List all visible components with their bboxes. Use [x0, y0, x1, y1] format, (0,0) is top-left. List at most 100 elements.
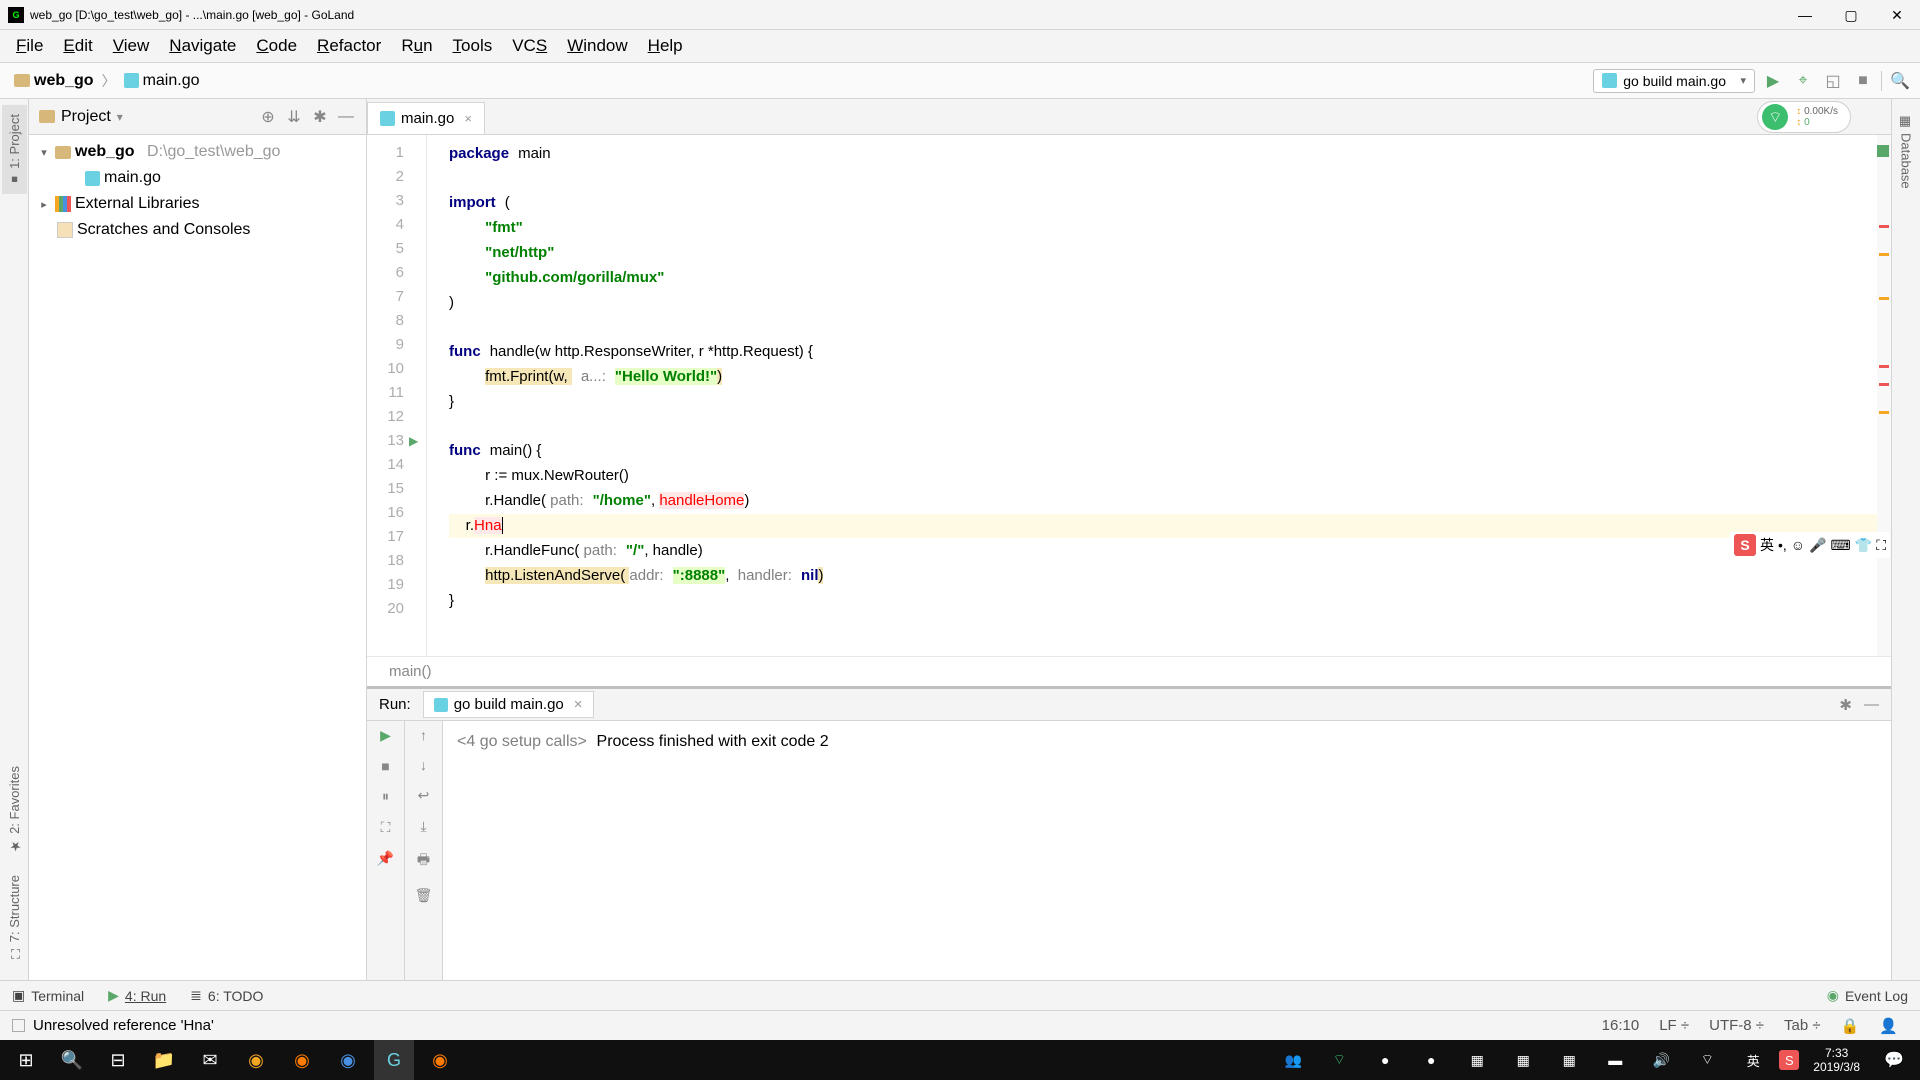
- chevron-down-icon[interactable]: ▾: [37, 146, 51, 159]
- edge-icon[interactable]: ◉: [328, 1040, 368, 1080]
- network-badge[interactable]: ⌔ 0.00K/s 0: [1757, 101, 1851, 133]
- status-line-ending[interactable]: LF ÷: [1649, 1017, 1699, 1034]
- action-center-icon[interactable]: 💬: [1874, 1040, 1914, 1080]
- tool-tab-favorites[interactable]: ★ 2: Favorites: [2, 757, 27, 862]
- tray-people-icon[interactable]: 👥: [1273, 1040, 1313, 1080]
- layout-button[interactable]: ⛶: [381, 819, 391, 836]
- up-button[interactable]: ↑: [420, 727, 427, 743]
- tray-wifi-icon[interactable]: ⌔: [1319, 1040, 1359, 1080]
- ime-punct-icon[interactable]: •,: [1778, 537, 1787, 553]
- tree-external-libraries[interactable]: ▸ External Libraries: [29, 191, 366, 217]
- tool-tab-eventlog[interactable]: ◉ Event Log: [1827, 987, 1908, 1004]
- search-button[interactable]: 🔍: [52, 1040, 92, 1080]
- close-button[interactable]: ✕: [1874, 0, 1920, 30]
- status-icon[interactable]: [12, 1019, 25, 1032]
- wrap-button[interactable]: ↩: [418, 787, 430, 804]
- breadcrumb-file[interactable]: main.go: [118, 69, 206, 93]
- start-button[interactable]: ⊞: [6, 1040, 46, 1080]
- ime-mic-icon[interactable]: 🎤: [1809, 537, 1826, 554]
- menu-file[interactable]: File: [6, 32, 53, 60]
- error-stripe[interactable]: [1877, 135, 1891, 656]
- pause-button[interactable]: ⏸: [382, 788, 389, 805]
- tray-icon[interactable]: ▦: [1457, 1040, 1497, 1080]
- tree-scratches[interactable]: Scratches and Consoles: [29, 217, 366, 243]
- settings-icon[interactable]: ✱: [310, 107, 330, 127]
- project-panel-title[interactable]: Project: [61, 108, 111, 126]
- status-indent[interactable]: Tab ÷: [1774, 1017, 1831, 1034]
- code-editor[interactable]: 12345678910111213▶14151617181920 package…: [367, 135, 1891, 656]
- tool-tab-todo[interactable]: ≣ 6: TODO: [190, 987, 263, 1004]
- menu-view[interactable]: View: [103, 32, 160, 60]
- menu-refactor[interactable]: Refactor: [307, 32, 391, 60]
- tray-sogou-icon[interactable]: S: [1779, 1050, 1799, 1070]
- tool-tab-structure[interactable]: ⛶ 7: Structure: [2, 866, 27, 968]
- ime-tools-icon[interactable]: ⛶: [1876, 537, 1886, 554]
- pin-button[interactable]: 📌: [377, 850, 394, 867]
- console-output[interactable]: <4 go setup calls> Process finished with…: [443, 721, 1891, 980]
- rerun-button[interactable]: ▶: [380, 727, 391, 744]
- firefox-icon[interactable]: ◉: [282, 1040, 322, 1080]
- hide-icon[interactable]: —: [1864, 696, 1879, 713]
- tree-root[interactable]: ▾ web_go D:\go_test\web_go: [29, 139, 366, 165]
- maximize-button[interactable]: ▢: [1828, 0, 1874, 30]
- menu-window[interactable]: Window: [557, 32, 637, 60]
- breadcrumb-project[interactable]: web_go: [8, 69, 100, 93]
- debug-button[interactable]: ⌖: [1791, 69, 1815, 93]
- menu-tools[interactable]: Tools: [443, 32, 503, 60]
- chrome-icon[interactable]: ◉: [236, 1040, 276, 1080]
- ime-logo-icon[interactable]: S: [1734, 534, 1756, 556]
- menu-help[interactable]: Help: [638, 32, 693, 60]
- status-position[interactable]: 16:10: [1592, 1017, 1650, 1034]
- taskview-button[interactable]: ⊟: [98, 1040, 138, 1080]
- ime-emoji-icon[interactable]: ☺: [1791, 537, 1805, 553]
- app-icon[interactable]: ◉: [420, 1040, 460, 1080]
- tray-volume-icon[interactable]: 🔊: [1641, 1040, 1681, 1080]
- menu-code[interactable]: Code: [246, 32, 307, 60]
- tool-tab-terminal[interactable]: ▣ Terminal: [12, 987, 84, 1004]
- locate-icon[interactable]: ⊕: [258, 107, 278, 127]
- minimize-button[interactable]: —: [1782, 0, 1828, 30]
- tray-icon[interactable]: ▦: [1549, 1040, 1589, 1080]
- tray-icon[interactable]: ●: [1365, 1040, 1405, 1080]
- goland-icon[interactable]: G: [374, 1040, 414, 1080]
- menu-edit[interactable]: Edit: [53, 32, 102, 60]
- close-icon[interactable]: ×: [574, 696, 583, 713]
- tree-file[interactable]: main.go: [29, 165, 366, 191]
- tray-ime-icon[interactable]: 英: [1733, 1040, 1773, 1080]
- down-button[interactable]: ↓: [420, 757, 427, 773]
- ime-toolbar[interactable]: S 英 •, ☺ 🎤 ⌨ 👕 ⛶: [1730, 532, 1890, 558]
- mail-icon[interactable]: ✉: [190, 1040, 230, 1080]
- stop-button[interactable]: ■: [1851, 69, 1875, 93]
- status-lock-icon[interactable]: 🔒: [1831, 1017, 1870, 1035]
- ime-skin-icon[interactable]: 👕: [1855, 537, 1872, 554]
- tray-icon[interactable]: ▦: [1503, 1040, 1543, 1080]
- print-button[interactable]: 🖶: [417, 849, 430, 873]
- tool-tab-run[interactable]: ▶ 4: Run: [108, 987, 166, 1004]
- ime-lang[interactable]: 英: [1760, 535, 1774, 555]
- tray-battery-icon[interactable]: ▬: [1595, 1040, 1635, 1080]
- status-encoding[interactable]: UTF-8 ÷: [1699, 1017, 1774, 1034]
- collapse-icon[interactable]: ⇊: [284, 107, 304, 127]
- console-fold[interactable]: <4 go setup calls>: [457, 733, 587, 750]
- menu-navigate[interactable]: Navigate: [159, 32, 246, 60]
- chevron-down-icon[interactable]: ▾: [117, 110, 123, 124]
- code-content[interactable]: package main import ( "fmt" "net/http" "…: [427, 135, 1891, 656]
- editor-tab-main[interactable]: main.go ×: [367, 102, 485, 134]
- status-inspect-icon[interactable]: 👤: [1869, 1017, 1908, 1035]
- run-configuration-selector[interactable]: go build main.go: [1593, 69, 1755, 93]
- close-icon[interactable]: ×: [464, 111, 472, 126]
- taskbar-clock[interactable]: 7:33 2019/3/8: [1805, 1046, 1868, 1074]
- editor-breadcrumb[interactable]: main(): [367, 656, 1891, 686]
- menu-run[interactable]: Run: [391, 32, 442, 60]
- settings-icon[interactable]: ✱: [1839, 696, 1852, 714]
- explorer-icon[interactable]: 📁: [144, 1040, 184, 1080]
- tray-network-icon[interactable]: ⌔: [1687, 1040, 1727, 1080]
- scroll-button[interactable]: ⤓: [420, 818, 426, 835]
- hide-icon[interactable]: —: [336, 107, 356, 127]
- run-panel-tab[interactable]: go build main.go ×: [423, 691, 594, 718]
- tool-tab-project[interactable]: ■ 1: Project: [2, 105, 27, 194]
- tool-tab-database[interactable]: ▦ Database: [1894, 105, 1919, 198]
- search-everywhere-button[interactable]: 🔍: [1888, 69, 1912, 93]
- clear-button[interactable]: 🗑: [415, 887, 433, 904]
- ime-keyboard-icon[interactable]: ⌨: [1831, 537, 1851, 554]
